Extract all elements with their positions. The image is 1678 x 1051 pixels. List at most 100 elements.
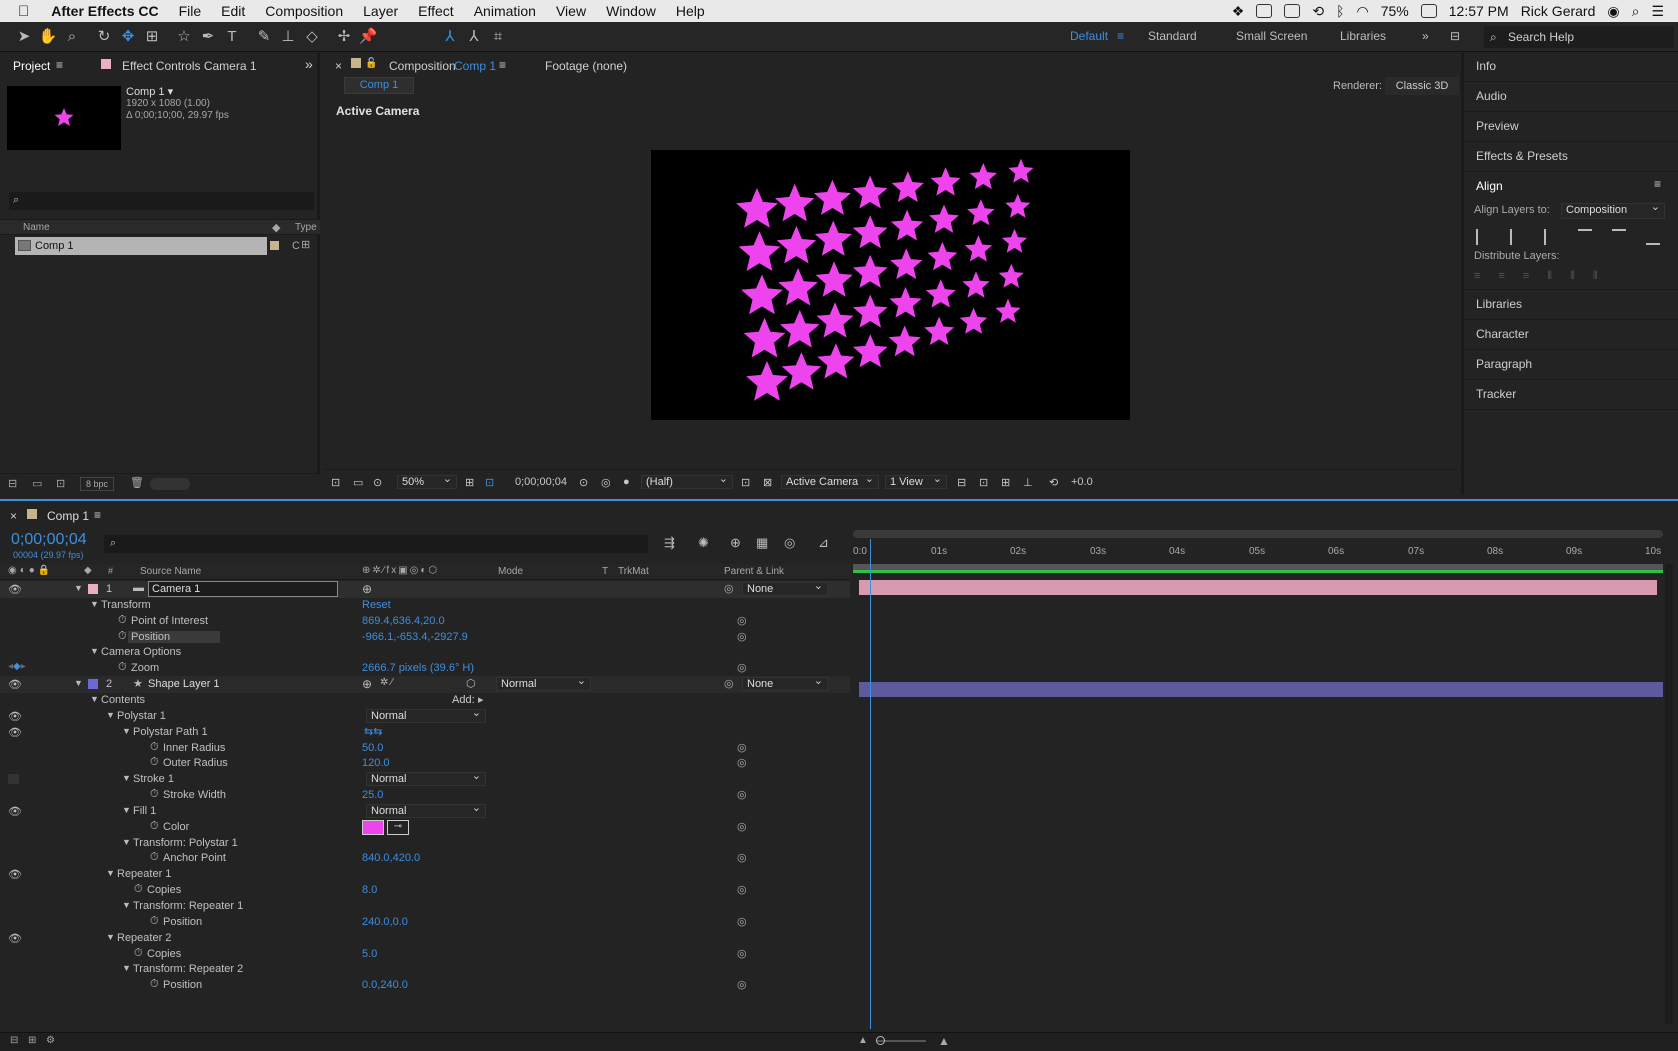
camera-view-dropdown[interactable]: Active Camera bbox=[781, 473, 879, 489]
property-row[interactable]: ▼ Transform Reset bbox=[0, 597, 850, 614]
visibility-eye-icon[interactable]: 👁 bbox=[8, 583, 22, 596]
property-row[interactable]: ⏱ Position 240.0,0.0 ◎ bbox=[0, 914, 850, 931]
fast-previews-icon[interactable]: ⊡ bbox=[979, 476, 988, 489]
property-row[interactable]: ⏱ Position 0.0,240.0 ◎ bbox=[0, 977, 850, 994]
modes-toggle-icon[interactable]: ⊞ bbox=[28, 1035, 36, 1046]
property-name[interactable]: Stroke Width bbox=[163, 789, 226, 801]
world-axis-icon[interactable]: ⅄ bbox=[464, 27, 484, 47]
align-to-dropdown[interactable]: Composition bbox=[1561, 201, 1665, 219]
expression-pickwhip-icon[interactable]: ◎ bbox=[737, 915, 747, 928]
zoom-out-icon[interactable]: ▲ bbox=[858, 1035, 868, 1046]
panel-menu-icon[interactable]: ≡ bbox=[56, 58, 63, 72]
panel-preview[interactable]: Preview bbox=[1476, 119, 1519, 133]
visibility-toggle-off[interactable] bbox=[8, 774, 19, 785]
stopwatch-icon[interactable]: ⏱ bbox=[150, 741, 159, 754]
property-name[interactable]: Position bbox=[163, 916, 202, 928]
draft-3d-icon[interactable]: ✺ bbox=[698, 535, 709, 551]
blend-mode-dropdown[interactable]: Normal bbox=[366, 770, 486, 787]
menu-view[interactable]: View bbox=[556, 3, 586, 19]
zoom-tool-icon[interactable]: ⌕ bbox=[62, 27, 82, 47]
menu-effect[interactable]: Effect bbox=[418, 3, 454, 19]
property-row[interactable]: 👁 ▼ Fill 1 Normal bbox=[0, 802, 850, 820]
pen-tool-icon[interactable]: ✒ bbox=[198, 27, 218, 47]
property-name[interactable]: Contents bbox=[101, 694, 145, 706]
project-item-comp-1[interactable]: Comp 1 bbox=[15, 237, 267, 255]
property-row[interactable]: ⏱ Color ⊸ ◎ bbox=[0, 819, 850, 836]
panel-align[interactable]: Align bbox=[1476, 179, 1503, 193]
siri-icon[interactable]: ◉ bbox=[1607, 3, 1619, 20]
property-value[interactable]: 8.0 bbox=[362, 884, 377, 896]
tab-effect-controls[interactable]: Effect Controls Camera 1 bbox=[122, 59, 257, 73]
align-vcenter-icon[interactable] bbox=[1612, 229, 1626, 245]
expression-pickwhip-icon[interactable]: ◎ bbox=[737, 661, 747, 674]
tab-project[interactable]: Project bbox=[13, 59, 50, 73]
interpret-footage-icon[interactable]: ⊟ bbox=[8, 477, 17, 490]
always-preview-icon[interactable]: ⊡ bbox=[331, 476, 340, 489]
property-row[interactable]: ▼ Transform: Repeater 1 bbox=[0, 898, 850, 915]
expand-arrow-icon[interactable]: ▼ bbox=[122, 963, 131, 973]
brush-tool-icon[interactable]: ✎ bbox=[254, 27, 274, 47]
3d-layer-switch-icon[interactable]: ⬡ bbox=[466, 677, 476, 690]
property-name[interactable]: Copies bbox=[147, 884, 181, 896]
expand-arrow-icon[interactable]: ▼ bbox=[122, 900, 131, 910]
property-name[interactable]: Transform: Repeater 2 bbox=[133, 963, 243, 975]
clone-stamp-tool-icon[interactable]: ⊥ bbox=[278, 27, 298, 47]
new-folder-icon[interactable]: ▭ bbox=[32, 477, 42, 490]
property-row[interactable]: 👁 ▼ Polystar 1 Normal bbox=[0, 707, 850, 725]
property-value[interactable]: 5.0 bbox=[362, 948, 377, 960]
stopwatch-icon[interactable]: ⏱ bbox=[118, 661, 127, 674]
search-help-input[interactable]: ⌕ Search Help bbox=[1484, 26, 1674, 48]
expand-arrow-icon[interactable]: ▼ bbox=[106, 868, 115, 878]
expression-pickwhip-icon[interactable]: ◎ bbox=[737, 788, 747, 801]
stopwatch-icon[interactable]: ⏱ bbox=[150, 788, 159, 801]
eyedropper-icon[interactable]: ⊸ bbox=[387, 819, 409, 835]
align-hcenter-icon[interactable] bbox=[1510, 229, 1524, 245]
view-axis-icon[interactable]: ⌗ bbox=[488, 27, 508, 47]
property-row[interactable]: ⏱ Copies 8.0 ◎ bbox=[0, 882, 850, 899]
menu-animation[interactable]: Animation bbox=[474, 3, 536, 19]
expand-arrow-icon[interactable]: ▼ bbox=[90, 694, 99, 704]
label-tag-icon[interactable]: ◆ bbox=[84, 565, 92, 576]
pickwhip-icon[interactable]: ◎ bbox=[724, 677, 734, 690]
frame-blending-icon[interactable]: ▦ bbox=[756, 535, 768, 551]
property-value[interactable]: 0.0,240.0 bbox=[362, 979, 408, 991]
property-row[interactable]: ⏱ Position -966.1,-653.4,-2927.9 ◎ bbox=[0, 628, 850, 646]
exposure-value[interactable]: +0.0 bbox=[1071, 476, 1093, 488]
expression-pickwhip-icon[interactable]: ◎ bbox=[737, 851, 747, 864]
renderer-button[interactable]: Classic 3D bbox=[1385, 77, 1459, 95]
path-direction-icon[interactable]: ⇆⇆ bbox=[364, 725, 382, 738]
current-time-indicator[interactable] bbox=[870, 539, 871, 1029]
time-ruler[interactable]: 0:0 01s 02s 03s 04s 05s 06s 07s 08s 09s … bbox=[853, 530, 1663, 578]
mask-icon[interactable]: ⊙ bbox=[373, 476, 382, 489]
workspace-overflow-icon[interactable]: » bbox=[1422, 29, 1429, 43]
shape-layer-duration-bar[interactable] bbox=[859, 682, 1663, 697]
property-name[interactable]: Copies bbox=[147, 948, 181, 960]
property-name[interactable]: Position bbox=[163, 979, 202, 991]
panel-menu-icon[interactable]: ≡ bbox=[94, 508, 101, 522]
timeline-icon[interactable]: ⊞ bbox=[1001, 476, 1010, 489]
align-left-icon[interactable] bbox=[1476, 229, 1490, 245]
panel-paragraph[interactable]: Paragraph bbox=[1476, 357, 1532, 371]
workspace-small-screen[interactable]: Small Screen bbox=[1236, 29, 1307, 43]
stopwatch-icon[interactable]: ⏱ bbox=[150, 756, 159, 769]
motion-blur-icon[interactable]: ◎ bbox=[784, 535, 795, 551]
expression-pickwhip-icon[interactable]: ◎ bbox=[737, 820, 747, 833]
property-name[interactable]: Repeater 1 bbox=[117, 868, 171, 880]
property-row[interactable]: ⏱ Inner Radius 50.0 ◎ bbox=[0, 740, 850, 757]
workspace-libraries[interactable]: Libraries bbox=[1340, 29, 1386, 43]
region-of-interest-icon[interactable]: ⊡ bbox=[741, 476, 750, 489]
property-value[interactable]: 50.0 bbox=[362, 742, 383, 754]
pan-behind-tool-icon[interactable]: ⊞ bbox=[142, 27, 162, 47]
align-right-icon[interactable] bbox=[1544, 229, 1558, 245]
menu-composition[interactable]: Composition bbox=[265, 3, 343, 19]
blend-mode-dropdown[interactable]: Normal bbox=[366, 707, 486, 723]
property-name[interactable]: Polystar 1 bbox=[117, 710, 166, 722]
layer-row[interactable]: 👁 ▼ 1 ▬ Camera 1 ⊕ ◎ None bbox=[0, 580, 850, 598]
puppet-pin-tool-icon[interactable]: 📌 bbox=[358, 27, 378, 47]
stopwatch-icon[interactable]: ⏱ bbox=[150, 820, 159, 833]
property-name[interactable]: Polystar Path 1 bbox=[133, 726, 208, 738]
panel-character[interactable]: Character bbox=[1476, 327, 1529, 341]
expression-pickwhip-icon[interactable]: ◎ bbox=[737, 756, 747, 769]
parent-dropdown[interactable]: None bbox=[742, 675, 828, 692]
graph-editor-icon[interactable]: ⊿ bbox=[818, 535, 829, 551]
